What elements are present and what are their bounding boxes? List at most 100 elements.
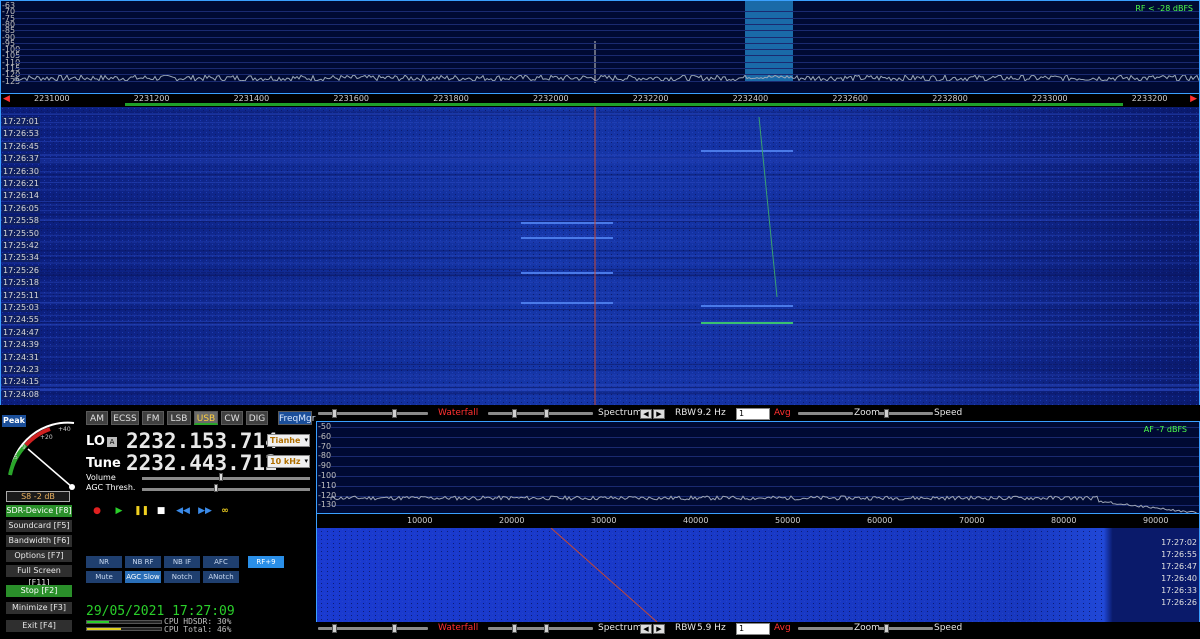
- side-button-bandwidth[interactable]: Bandwidth [F6]: [6, 535, 72, 547]
- avg-select[interactable]: 1: [736, 408, 770, 420]
- zoom-label: Zoom: [854, 408, 880, 418]
- record-icon[interactable]: ●: [90, 505, 104, 517]
- waterfall-brightness-slider[interactable]: [392, 409, 397, 418]
- scroll-right-icon[interactable]: ▶: [1190, 94, 1197, 104]
- lo-frequency[interactable]: 2232.153.714: [126, 429, 278, 453]
- af-rbw-value: 5.9 Hz: [697, 623, 726, 633]
- pause-icon[interactable]: ❚❚: [134, 505, 149, 517]
- loop-icon[interactable]: ∞: [218, 505, 232, 517]
- side-button-options[interactable]: Options [F7]: [6, 550, 72, 562]
- af-rbw-up-button[interactable]: ▶: [653, 624, 665, 634]
- af-waterfall-label: Waterfall: [438, 623, 479, 633]
- rf-gridline: [15, 23, 1199, 25]
- mode-am-button[interactable]: AM: [86, 411, 108, 425]
- rf-gain-button[interactable]: RF+9: [248, 556, 284, 568]
- rf-freq-tick: 2233000: [1032, 94, 1068, 103]
- mode-ecss-button[interactable]: ECSS: [111, 411, 139, 425]
- rf-waterfall[interactable]: 17:27:01 17:26:53 17:26:45 17:26:37 17:26:30…: [0, 107, 1200, 405]
- agc-threshold-label: AGC Thresh.: [86, 483, 136, 492]
- rf-bandwidth-bar: [125, 103, 1123, 106]
- dsp-nb-rf-button[interactable]: NB RF: [125, 556, 161, 568]
- cpu-total-bar: [86, 627, 162, 631]
- rf-time-label: 17:26:21: [2, 179, 40, 188]
- rf-time-label: 17:26:45: [2, 141, 40, 151]
- side-button-sdr-device[interactable]: SDR-Device [F8]: [6, 505, 72, 517]
- stop-icon[interactable]: ■: [154, 505, 168, 517]
- dsp-mute-button[interactable]: Mute: [86, 571, 122, 583]
- dsp-anotch-button[interactable]: ANotch: [203, 571, 239, 583]
- agc-threshold-slider[interactable]: [214, 484, 218, 492]
- mode-cw-button[interactable]: CW: [221, 411, 243, 425]
- rf-freq-tick: 2232200: [632, 94, 669, 103]
- speed-label: Speed: [934, 408, 963, 418]
- rf-gridline: [15, 55, 1199, 57]
- af-waterfall-brightness-slider[interactable]: [392, 624, 397, 633]
- side-button-stop[interactable]: Stop [F2]: [6, 585, 72, 597]
- rf-gridline: [15, 42, 1199, 44]
- rf-frequency-scale[interactable]: 2231000 2231200 2231400 2231600 2231800 22320…: [0, 94, 1200, 107]
- rf-time-label: 17:26:05: [2, 203, 40, 213]
- af-waterfall-contrast-slider[interactable]: [332, 624, 337, 633]
- waterfall-contrast-slider[interactable]: [332, 409, 337, 418]
- af-zoom-slider[interactable]: [884, 624, 889, 633]
- rf-time-label: 17:27:01: [2, 117, 40, 126]
- af-spectrum-panel[interactable]: -50 -60 -70 -80 -90 -100 -110 -120 -130 AF -7 dB…: [316, 421, 1200, 514]
- af-freq-tick: 30000: [591, 516, 617, 525]
- tune-step-select[interactable]: 10 kHz ▾: [267, 455, 310, 468]
- dsp-agc-slow-button[interactable]: AGC Slow: [125, 571, 161, 583]
- scroll-left-icon[interactable]: ◀: [3, 94, 10, 104]
- af-frequency-scale[interactable]: 10000 20000 30000 40000 50000 60000 70000 80000…: [316, 514, 1200, 528]
- af-spectrum-contrast-slider[interactable]: [512, 624, 517, 633]
- rf-time-label: 17:25:58: [2, 216, 40, 226]
- af-rbw-down-button[interactable]: ◀: [640, 624, 652, 634]
- freqmgr-button[interactable]: FreqMgr: [278, 411, 315, 425]
- fast-forward-icon[interactable]: ▶▶: [198, 505, 212, 517]
- mode-usb-button[interactable]: USB: [194, 411, 218, 425]
- rf-gridline: [15, 17, 1199, 19]
- rf-gridline: [15, 30, 1199, 32]
- af-freq-tick: 70000: [959, 516, 985, 525]
- side-button-exit[interactable]: Exit [F4]: [6, 620, 72, 632]
- spectrum-brightness-slider[interactable]: [544, 409, 549, 418]
- side-button-full[interactable]: Full Screen [F11]: [6, 565, 72, 587]
- s-meter-gauge: 5 9 +20 +40: [8, 421, 75, 490]
- tune-frequency[interactable]: 2232.443.712: [126, 451, 278, 475]
- rf-time-label: 17:26:37: [2, 154, 40, 164]
- dsp-nb-if-button[interactable]: NB IF: [164, 556, 200, 568]
- af-waterfall[interactable]: 17:27:02 17:26:55 17:26:47 17:26:40 17:26:33…: [316, 528, 1200, 622]
- rf-time-label: 17:26:30: [2, 166, 40, 176]
- waterfall-label: Waterfall: [438, 408, 479, 418]
- af-avg-select[interactable]: 1: [736, 623, 770, 635]
- play-icon[interactable]: ▶: [112, 505, 126, 517]
- rf-gridline: [15, 49, 1199, 51]
- mode-dig-button[interactable]: DIG: [246, 411, 268, 425]
- volume-slider[interactable]: [219, 473, 223, 481]
- side-button-minimize[interactable]: Minimize [F3]: [6, 602, 72, 614]
- rf-gridline: [15, 80, 1199, 82]
- af-freq-tick: 60000: [867, 516, 893, 525]
- rf-time-label: 17:26:14: [2, 191, 40, 201]
- rf-time-label: 17:24:47: [2, 327, 40, 337]
- rf-waterfall-image: [1, 107, 1199, 405]
- lo-a-button[interactable]: A: [107, 437, 117, 447]
- mode-lsb-button[interactable]: LSB: [167, 411, 191, 425]
- rbw-label: RBW: [675, 408, 697, 418]
- lo-preset-select[interactable]: Tianhe ▾: [267, 434, 310, 447]
- af-time-label: 17:27:02: [1161, 538, 1197, 547]
- af-spectrum-brightness-slider[interactable]: [544, 624, 549, 633]
- volume-label: Volume: [86, 473, 116, 482]
- zoom-slider[interactable]: [884, 409, 889, 418]
- mode-fm-button[interactable]: FM: [142, 411, 164, 425]
- rbw-down-button[interactable]: ◀: [640, 409, 652, 419]
- spectrum-contrast-slider[interactable]: [512, 409, 517, 418]
- rf-spectrum-panel[interactable]: -63 -70 -75 -80 -85 -90 -95 -100 -105 -110 -115 -12…: [0, 0, 1200, 94]
- chevron-down-icon: ▾: [304, 436, 308, 444]
- side-button-soundcard[interactable]: Soundcard [F5]: [6, 520, 72, 532]
- dsp-nr-button[interactable]: NR: [86, 556, 122, 568]
- rf-freq-tick: 2231600: [333, 94, 370, 103]
- rbw-value: 9.2 Hz: [697, 408, 726, 418]
- dsp-afc-button[interactable]: AFC: [203, 556, 239, 568]
- rewind-icon[interactable]: ◀◀: [176, 505, 190, 517]
- rbw-up-button[interactable]: ▶: [653, 409, 665, 419]
- dsp-notch-button[interactable]: Notch: [164, 571, 200, 583]
